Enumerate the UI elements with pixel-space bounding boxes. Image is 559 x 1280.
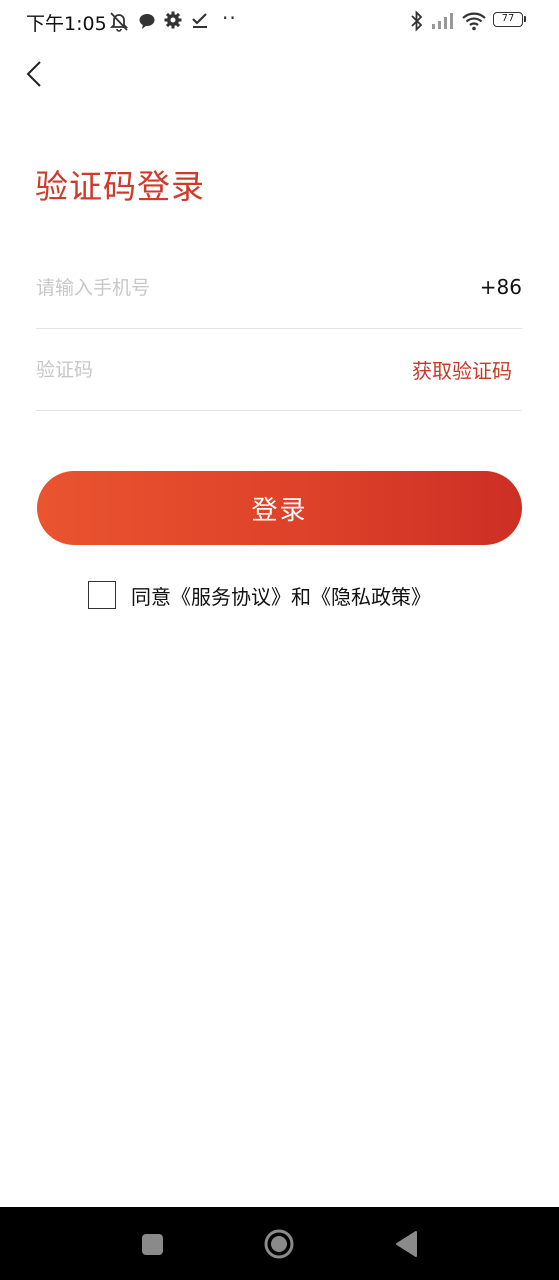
agree-checkbox[interactable] xyxy=(88,581,116,609)
gear-icon xyxy=(164,11,182,33)
agreement-text: 同意《服务协议》和《隐私政策》 xyxy=(131,581,431,610)
back-button[interactable] xyxy=(16,54,56,94)
mute-bell-icon xyxy=(108,10,130,36)
login-button[interactable]: 登录 xyxy=(37,471,522,545)
home-icon[interactable] xyxy=(262,1227,296,1261)
verification-code-input[interactable] xyxy=(36,353,366,387)
country-code[interactable]: +86 xyxy=(480,275,522,299)
get-code-button[interactable]: 获取验证码 xyxy=(412,355,512,384)
page-title: 验证码登录 xyxy=(35,167,205,206)
bluetooth-icon xyxy=(410,10,424,36)
service-agreement-link[interactable]: 《服务协议》 xyxy=(171,585,291,609)
agreement-prefix: 同意 xyxy=(131,584,171,609)
phone-row: +86 xyxy=(36,247,522,329)
check-icon xyxy=(191,11,209,33)
chat-bubble-icon xyxy=(138,12,156,34)
more-notifications-dots: ·· xyxy=(222,6,237,30)
privacy-policy-link[interactable]: 《隐私政策》 xyxy=(311,585,431,609)
recent-apps-icon[interactable] xyxy=(135,1227,169,1261)
code-row: 获取验证码 xyxy=(36,329,522,411)
back-triangle-icon[interactable] xyxy=(390,1227,424,1261)
agreement-connector: 和 xyxy=(291,584,311,609)
wifi-icon xyxy=(461,11,487,35)
status-time: 下午1:05 xyxy=(26,13,107,35)
signal-icon xyxy=(431,12,457,34)
chevron-left-icon xyxy=(16,61,56,98)
phone-input[interactable] xyxy=(36,271,366,305)
system-nav-bar xyxy=(0,1207,559,1280)
status-bar: 下午1:05 ·· 77 xyxy=(0,0,559,42)
agreement-row: 同意《服务协议》和《隐私政策》 xyxy=(88,578,431,612)
battery-icon: 77 xyxy=(493,12,526,27)
